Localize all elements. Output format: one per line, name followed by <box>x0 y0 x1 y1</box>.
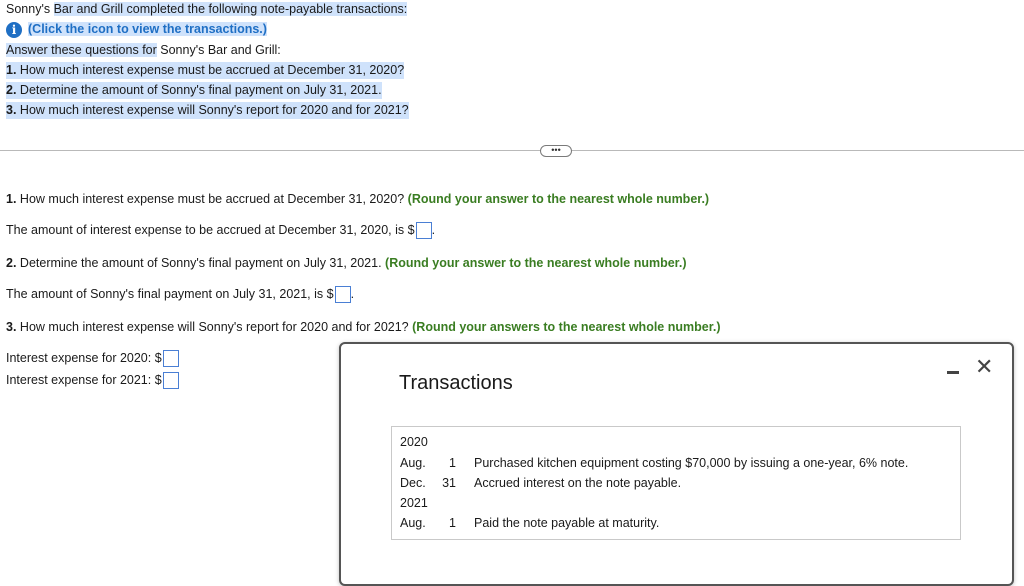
tx-desc: Paid the note payable at maturity. <box>474 516 660 530</box>
expand-button[interactable]: ••• <box>540 145 572 157</box>
tx-desc: Purchased kitchen equipment costing $70,… <box>474 456 909 470</box>
q2-text: Determine the amount of Sonny's final pa… <box>19 256 382 270</box>
click-line[interactable]: i (Click the icon to view the transaction… <box>6 21 267 38</box>
year-2020: 2020 <box>400 435 428 449</box>
header-question-3-text: How much interest expense will Sonny's r… <box>19 103 409 117</box>
q1-answer-input[interactable] <box>415 222 432 239</box>
question-3: 3. How much interest expense will Sonny'… <box>6 320 721 334</box>
tx-day: 31 <box>442 476 456 490</box>
q2-num: 2. <box>6 256 17 270</box>
tx-day: 1 <box>449 456 456 470</box>
close-icon[interactable]: ✕ <box>975 355 993 379</box>
q2-answer-label: The amount of Sonny's final payment on J… <box>6 286 334 301</box>
question-2: 2. Determine the amount of Sonny's final… <box>6 256 686 270</box>
q1-answer-label: The amount of interest expense to be acc… <box>6 222 415 237</box>
transactions-modal: Transactions ✕ 2020 Aug. 1 Purchased kit… <box>339 342 1014 586</box>
table-row: Dec. 31 Accrued interest on the note pay… <box>392 476 960 493</box>
tx-month: Aug. <box>400 516 426 530</box>
year-2021: 2021 <box>400 496 428 510</box>
answer-intro-line: Answer these questions for Sonny's Bar a… <box>6 42 281 59</box>
tx-desc: Accrued interest on the note payable. <box>474 476 682 490</box>
question-1: 1. How much interest expense must be acc… <box>6 192 709 206</box>
header-question-3: 3. How much interest expense will Sonny'… <box>6 102 409 119</box>
tx-month: Aug. <box>400 456 426 470</box>
header-question-2: 2. Determine the amount of Sonny's final… <box>6 82 382 99</box>
q2-period: . <box>350 286 355 301</box>
intro-line: Sonny's Bar and Grill completed the foll… <box>6 1 408 18</box>
modal-title: Transactions <box>399 372 513 394</box>
header-question-2-num: 2. <box>6 83 17 97</box>
header-question-1: 1. How much interest expense must be acc… <box>6 62 405 79</box>
transactions-table: 2020 Aug. 1 Purchased kitchen equipment … <box>391 426 961 540</box>
intro-name: Sonny's <box>6 2 51 16</box>
table-row: Aug. 1 Purchased kitchen equipment costi… <box>392 456 960 473</box>
view-transactions-link[interactable]: (Click the icon to view the transactions… <box>28 22 267 36</box>
q3-num: 3. <box>6 320 17 334</box>
q3-2020-row: Interest expense for 2020: $ <box>6 350 179 367</box>
q3-2021-input[interactable] <box>162 372 179 389</box>
q3-text: How much interest expense will Sonny's r… <box>19 320 409 334</box>
q1-text: How much interest expense must be accrue… <box>19 192 405 206</box>
intro-text: Bar and Grill completed the following no… <box>53 2 408 16</box>
q3-2021-row: Interest expense for 2021: $ <box>6 372 179 389</box>
q3-hint: (Round your answers to the nearest whole… <box>412 320 721 334</box>
info-icon[interactable]: i <box>6 21 22 38</box>
minimize-icon[interactable] <box>947 371 959 374</box>
tx-month: Dec. <box>400 476 426 490</box>
table-row: Aug. 1 Paid the note payable at maturity… <box>392 516 960 533</box>
q2-hint: (Round your answer to the nearest whole … <box>385 256 687 270</box>
q1-answer-row: The amount of interest expense to be acc… <box>6 222 435 239</box>
q2-answer-row: The amount of Sonny's final payment on J… <box>6 286 354 303</box>
section-divider <box>0 150 1024 151</box>
q1-hint: (Round your answer to the nearest whole … <box>407 192 710 206</box>
answer-name: Sonny's Bar and Grill: <box>160 43 281 57</box>
header-question-3-num: 3. <box>6 103 17 117</box>
q3-2021-label: Interest expense for 2021: $ <box>6 372 162 387</box>
q1-period: . <box>431 222 436 237</box>
q3-2020-label: Interest expense for 2020: $ <box>6 350 162 365</box>
answer-prefix: Answer these questions for <box>6 43 157 57</box>
header-question-1-text: How much interest expense must be accrue… <box>19 63 405 77</box>
q3-2020-input[interactable] <box>162 350 179 367</box>
q2-answer-input[interactable] <box>334 286 351 303</box>
header-question-2-text: Determine the amount of Sonny's final pa… <box>19 83 382 97</box>
tx-day: 1 <box>449 516 456 530</box>
q1-num: 1. <box>6 192 17 206</box>
header-question-1-num: 1. <box>6 63 17 77</box>
